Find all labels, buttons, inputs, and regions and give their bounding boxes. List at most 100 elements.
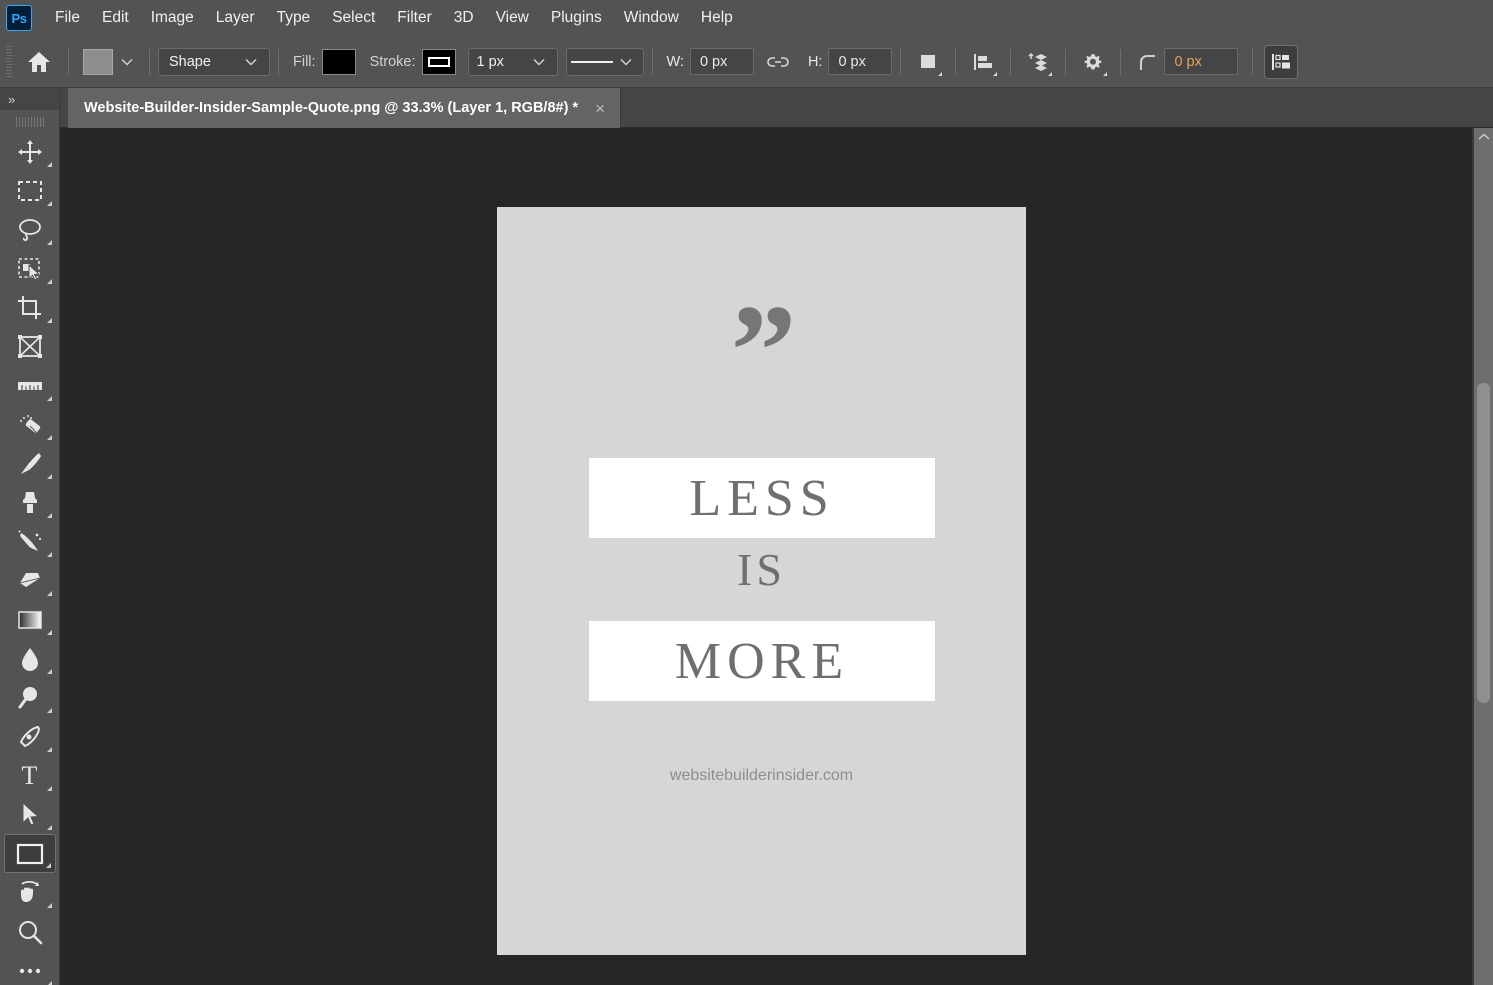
menu-item-layer[interactable]: Layer xyxy=(205,5,266,31)
tool-spot-healing-brush[interactable] xyxy=(4,405,56,444)
corner-radius-input[interactable]: 0 px xyxy=(1164,48,1238,75)
options-bar: Shape Fill: Stroke: 1 px W: 0 px xyxy=(0,36,1493,88)
brush-icon xyxy=(17,451,43,477)
menu-item-view[interactable]: View xyxy=(485,5,540,31)
artboard[interactable]: ” LESS IS MORE websitebuilderinsider.com xyxy=(497,207,1026,955)
flyout-indicator xyxy=(47,162,52,167)
home-icon xyxy=(27,51,51,73)
vertical-scrollbar[interactable] xyxy=(1474,128,1493,985)
stroke-color-swatch[interactable] xyxy=(422,49,456,75)
tool-preset-rectangle-icon[interactable] xyxy=(83,49,113,75)
path-settings-button[interactable] xyxy=(1077,46,1109,78)
tool-type[interactable]: T xyxy=(4,756,56,795)
menu-item-3d[interactable]: 3D xyxy=(443,5,485,31)
clone-stamp-icon xyxy=(17,490,43,516)
path-alignment-icon xyxy=(972,52,994,72)
photoshop-logo-icon: Ps xyxy=(6,5,32,31)
flyout-indicator xyxy=(46,863,51,868)
menu-item-image[interactable]: Image xyxy=(140,5,205,31)
flyout-indicator xyxy=(47,786,52,791)
healing-brush-icon xyxy=(17,412,43,438)
tool-rectangular-marquee[interactable] xyxy=(4,171,56,210)
flyout-indicator xyxy=(47,591,52,596)
path-alignment-button[interactable] xyxy=(967,46,999,78)
flyout-indicator xyxy=(47,669,52,674)
tools-panel-grip[interactable] xyxy=(16,114,44,130)
corner-radius-icon-container xyxy=(1132,46,1164,78)
menu-item-edit[interactable]: Edit xyxy=(91,5,140,31)
tool-rectangle[interactable] xyxy=(4,834,56,873)
tool-blur[interactable] xyxy=(4,639,56,678)
tools-panel: » xyxy=(0,88,60,985)
tool-zoom[interactable] xyxy=(4,912,56,951)
height-input[interactable]: 0 px xyxy=(828,48,892,75)
path-operations-button[interactable] xyxy=(912,46,944,78)
tool-gradient[interactable] xyxy=(4,600,56,639)
tool-dodge[interactable] xyxy=(4,678,56,717)
flyout-indicator xyxy=(47,708,52,713)
document-tab-title: Website-Builder-Insider-Sample-Quote.png… xyxy=(84,100,578,116)
tool-eraser[interactable] xyxy=(4,561,56,600)
width-label: W: xyxy=(667,54,684,70)
chevron-down-icon xyxy=(619,54,632,70)
quote-word-less: LESS xyxy=(689,469,834,528)
divider xyxy=(900,49,901,75)
menu-item-select[interactable]: Select xyxy=(321,5,386,31)
flyout-indicator xyxy=(47,201,52,206)
path-arrangement-icon xyxy=(1026,51,1050,73)
home-button[interactable] xyxy=(22,45,56,79)
tool-object-selection[interactable] xyxy=(4,249,56,288)
scroll-up-button[interactable] xyxy=(1474,128,1493,146)
fill-color-swatch[interactable] xyxy=(322,49,356,75)
width-input[interactable]: 0 px xyxy=(690,48,754,75)
flyout-indicator xyxy=(47,981,52,985)
stroke-style-dropdown[interactable] xyxy=(566,48,644,76)
flyout-indicator xyxy=(47,747,52,752)
align-edges-toggle[interactable] xyxy=(1264,45,1298,79)
menu-item-window[interactable]: Window xyxy=(613,5,690,31)
water-drop-icon xyxy=(19,646,41,672)
tool-hand[interactable] xyxy=(4,873,56,912)
flyout-indicator xyxy=(1048,72,1052,76)
tool-clone-stamp[interactable] xyxy=(4,483,56,522)
flyout-indicator xyxy=(47,279,52,284)
link-width-height-button[interactable] xyxy=(762,46,794,78)
stroke-width-value: 1 px xyxy=(477,54,504,70)
tool-lasso[interactable] xyxy=(4,210,56,249)
options-bar-grip[interactable] xyxy=(4,45,14,79)
lasso-icon xyxy=(17,218,43,242)
highlight-band-more: MORE xyxy=(589,621,935,701)
fill-label: Fill: xyxy=(293,54,316,70)
tool-crop[interactable] xyxy=(4,288,56,327)
align-edges-icon xyxy=(1270,52,1292,72)
menu-item-plugins[interactable]: Plugins xyxy=(540,5,613,31)
canvas-area[interactable]: ” LESS IS MORE websitebuilderinsider.com xyxy=(60,128,1493,985)
menu-item-help[interactable]: Help xyxy=(690,5,744,31)
shape-mode-dropdown[interactable]: Shape xyxy=(158,48,270,76)
menu-item-type[interactable]: Type xyxy=(266,5,322,31)
divider xyxy=(652,49,653,75)
tool-edit-toolbar[interactable] xyxy=(4,951,56,985)
document-tab[interactable]: Website-Builder-Insider-Sample-Quote.png… xyxy=(68,88,621,128)
stroke-width-dropdown[interactable]: 1 px xyxy=(468,48,558,76)
tool-eyedropper[interactable] xyxy=(4,366,56,405)
menu-item-file[interactable]: File xyxy=(44,5,91,31)
tool-brush[interactable] xyxy=(4,444,56,483)
divider xyxy=(1010,49,1011,75)
menu-item-filter[interactable]: Filter xyxy=(386,5,442,31)
tool-move[interactable] xyxy=(4,132,56,171)
scrollbar-thumb[interactable] xyxy=(1477,383,1490,703)
divider xyxy=(1065,49,1066,75)
tools-panel-expand-button[interactable]: » xyxy=(0,88,59,110)
tool-path-selection[interactable] xyxy=(4,795,56,834)
highlight-band-less: LESS xyxy=(589,458,935,538)
link-chain-icon xyxy=(767,55,789,69)
close-icon[interactable]: × xyxy=(592,100,608,117)
tool-pen[interactable] xyxy=(4,717,56,756)
path-arrangement-button[interactable] xyxy=(1022,46,1054,78)
crop-icon xyxy=(17,295,43,321)
tool-history-brush[interactable] xyxy=(4,522,56,561)
tool-preset-chevron-down-icon[interactable] xyxy=(119,54,135,70)
flyout-indicator xyxy=(47,903,52,908)
tool-frame[interactable] xyxy=(4,327,56,366)
